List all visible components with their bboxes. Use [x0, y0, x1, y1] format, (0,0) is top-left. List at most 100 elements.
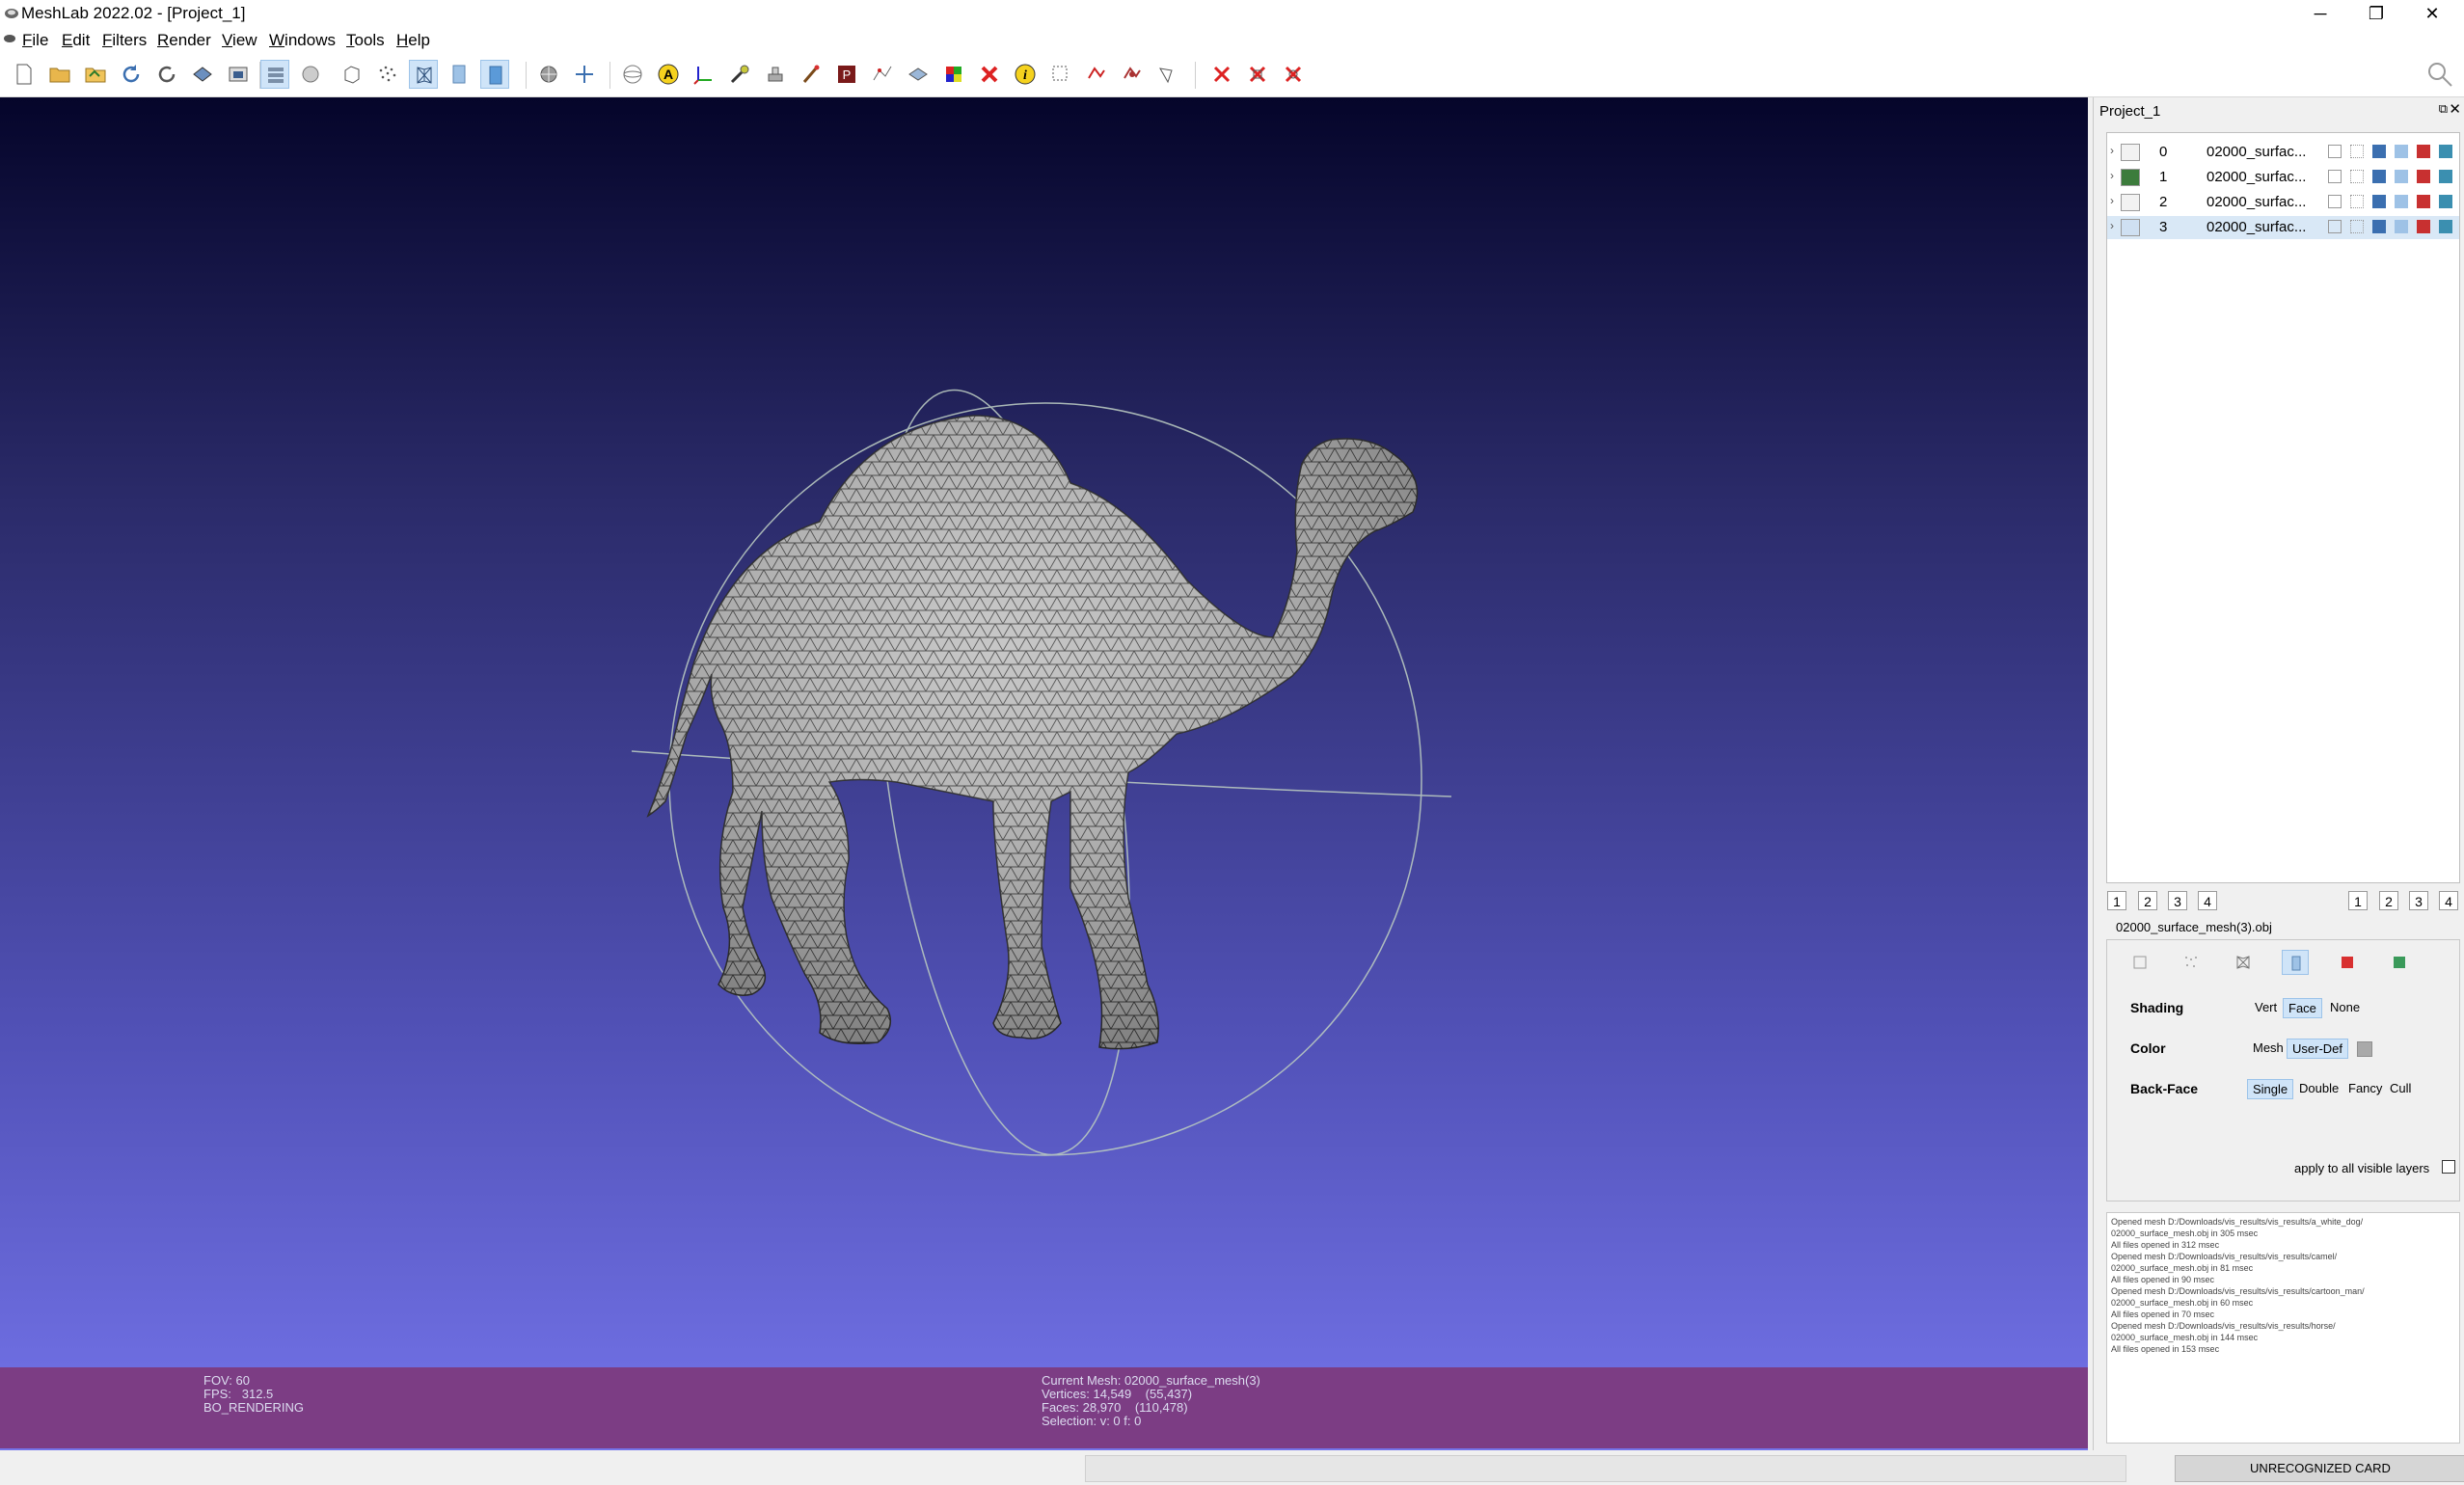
- show-layers-button[interactable]: [260, 60, 289, 89]
- quality-mapper-button[interactable]: [761, 60, 790, 89]
- backface-single-option[interactable]: Single: [2247, 1079, 2294, 1099]
- texture-toggle-icon[interactable]: [2439, 195, 2452, 208]
- show-labels-button[interactable]: A: [654, 60, 683, 89]
- wire-toggle-icon[interactable]: [2372, 145, 2386, 158]
- expand-arrow-icon[interactable]: ›: [2110, 219, 2114, 232]
- select-faces-rect-button[interactable]: [1046, 60, 1075, 89]
- solid-toggle-icon[interactable]: [2395, 170, 2408, 183]
- menu-file[interactable]: File: [22, 31, 48, 50]
- tab-color[interactable]: [2334, 950, 2361, 975]
- color-mesh-option[interactable]: Mesh: [2248, 1039, 2288, 1057]
- select-z-button[interactable]: [1118, 60, 1147, 89]
- color-toggle-icon[interactable]: [2417, 145, 2430, 158]
- reload-button[interactable]: [117, 60, 146, 89]
- texture-toggle-icon[interactable]: [2439, 170, 2452, 183]
- expand-arrow-icon[interactable]: ›: [2110, 169, 2114, 182]
- bbox-mode-button[interactable]: [338, 60, 366, 89]
- menu-edit[interactable]: Edit: [62, 31, 90, 50]
- system-menu-icon[interactable]: [3, 32, 16, 45]
- menu-render[interactable]: Render: [157, 31, 211, 50]
- decorate-axes-button[interactable]: [570, 60, 599, 89]
- import-mesh-button[interactable]: [81, 60, 110, 89]
- raster-layers-button[interactable]: [296, 60, 325, 89]
- tab-wireframe[interactable]: [2230, 950, 2257, 975]
- color-swatch[interactable]: [2357, 1041, 2372, 1057]
- shading-vert-option[interactable]: Vert: [2250, 998, 2282, 1016]
- backface-cull-option[interactable]: Cull: [2385, 1079, 2416, 1097]
- delete-vertices-button[interactable]: [1207, 60, 1236, 89]
- georef-button[interactable]: [975, 60, 1004, 89]
- points-toggle-icon[interactable]: [2350, 145, 2364, 158]
- color-toggle-icon[interactable]: [2417, 220, 2430, 233]
- backface-fancy-option[interactable]: Fancy: [2343, 1079, 2387, 1097]
- close-panel-icon[interactable]: ✕: [2449, 100, 2461, 118]
- backface-double-option[interactable]: Double: [2294, 1079, 2343, 1097]
- solid-toggle-icon[interactable]: [2395, 145, 2408, 158]
- layer-visibility-icon[interactable]: [2121, 194, 2140, 211]
- layer-visibility-icon[interactable]: [2121, 144, 2140, 161]
- wire-toggle-icon[interactable]: [2372, 195, 2386, 208]
- tab-texture[interactable]: [2386, 950, 2413, 975]
- measure-tool-button[interactable]: [725, 60, 754, 89]
- delete-faces-button[interactable]: [1243, 60, 1272, 89]
- layer-row[interactable]: › 3 02000_surfac...: [2107, 216, 2459, 239]
- bbox-toggle-icon[interactable]: [2328, 220, 2342, 233]
- select-lasso-button[interactable]: [1153, 60, 1182, 89]
- layer-visibility-icon[interactable]: [2121, 169, 2140, 186]
- show-trackball-button[interactable]: [618, 60, 647, 89]
- log-area[interactable]: Opened mesh D:/Downloads/vis_results/vis…: [2106, 1212, 2460, 1444]
- maximize-button[interactable]: ❐: [2349, 2, 2403, 25]
- minimize-button[interactable]: ─: [2293, 2, 2347, 25]
- left-view-button-3[interactable]: 3: [2168, 891, 2187, 910]
- right-view-button-4[interactable]: 4: [2439, 891, 2458, 910]
- wire-toggle-icon[interactable]: [2372, 220, 2386, 233]
- search-icon[interactable]: [2425, 60, 2454, 89]
- texture-toggle-icon[interactable]: [2439, 220, 2452, 233]
- bbox-toggle-icon[interactable]: [2328, 145, 2342, 158]
- select-vertices-button[interactable]: [868, 60, 897, 89]
- align-tool-button[interactable]: [904, 60, 933, 89]
- solid-toggle-icon[interactable]: [2395, 195, 2408, 208]
- decorate-grid-button[interactable]: [534, 60, 563, 89]
- left-view-button-4[interactable]: 4: [2198, 891, 2217, 910]
- right-view-button-2[interactable]: 2: [2379, 891, 2398, 910]
- bbox-toggle-icon[interactable]: [2328, 170, 2342, 183]
- apply-all-checkbox[interactable]: [2442, 1160, 2455, 1174]
- right-view-button-3[interactable]: 3: [2409, 891, 2428, 910]
- pick-points-button[interactable]: P: [832, 60, 861, 89]
- menu-help[interactable]: Help: [396, 31, 430, 50]
- float-panel-icon[interactable]: ⧉: [2439, 101, 2448, 117]
- show-axis-button[interactable]: [690, 60, 718, 89]
- expand-arrow-icon[interactable]: ›: [2110, 144, 2114, 157]
- points-toggle-icon[interactable]: [2350, 195, 2364, 208]
- layer-row[interactable]: › 1 02000_surfac...: [2107, 166, 2459, 189]
- flat-shading-button[interactable]: [445, 60, 474, 89]
- points-mode-button[interactable]: [373, 60, 402, 89]
- delete-faces-vertices-button[interactable]: [1279, 60, 1308, 89]
- layer-visibility-icon[interactable]: [2121, 219, 2140, 236]
- info-button[interactable]: i: [1011, 60, 1040, 89]
- points-toggle-icon[interactable]: [2350, 220, 2364, 233]
- color-toggle-icon[interactable]: [2417, 195, 2430, 208]
- color-paint-button[interactable]: [939, 60, 968, 89]
- solid-toggle-icon[interactable]: [2395, 220, 2408, 233]
- close-button[interactable]: ✕: [2405, 2, 2459, 25]
- texture-toggle-icon[interactable]: [2439, 145, 2452, 158]
- tab-points[interactable]: [2178, 950, 2205, 975]
- shading-none-option[interactable]: None: [2325, 998, 2365, 1016]
- left-view-button-1[interactable]: 1: [2107, 891, 2126, 910]
- open-project-button[interactable]: [45, 60, 74, 89]
- points-toggle-icon[interactable]: [2350, 170, 2364, 183]
- menu-tools[interactable]: Tools: [346, 31, 385, 50]
- tab-solid[interactable]: [2282, 950, 2309, 975]
- select-connected-button[interactable]: [1082, 60, 1111, 89]
- menu-filters[interactable]: Filters: [102, 31, 147, 50]
- menu-view[interactable]: View: [222, 31, 257, 50]
- new-project-button[interactable]: [10, 60, 39, 89]
- shading-face-option[interactable]: Face: [2283, 998, 2322, 1018]
- tab-bbox[interactable]: [2126, 950, 2153, 975]
- export-mesh-button[interactable]: [188, 60, 217, 89]
- color-toggle-icon[interactable]: [2417, 170, 2430, 183]
- expand-arrow-icon[interactable]: ›: [2110, 194, 2114, 207]
- reload-all-button[interactable]: [152, 60, 181, 89]
